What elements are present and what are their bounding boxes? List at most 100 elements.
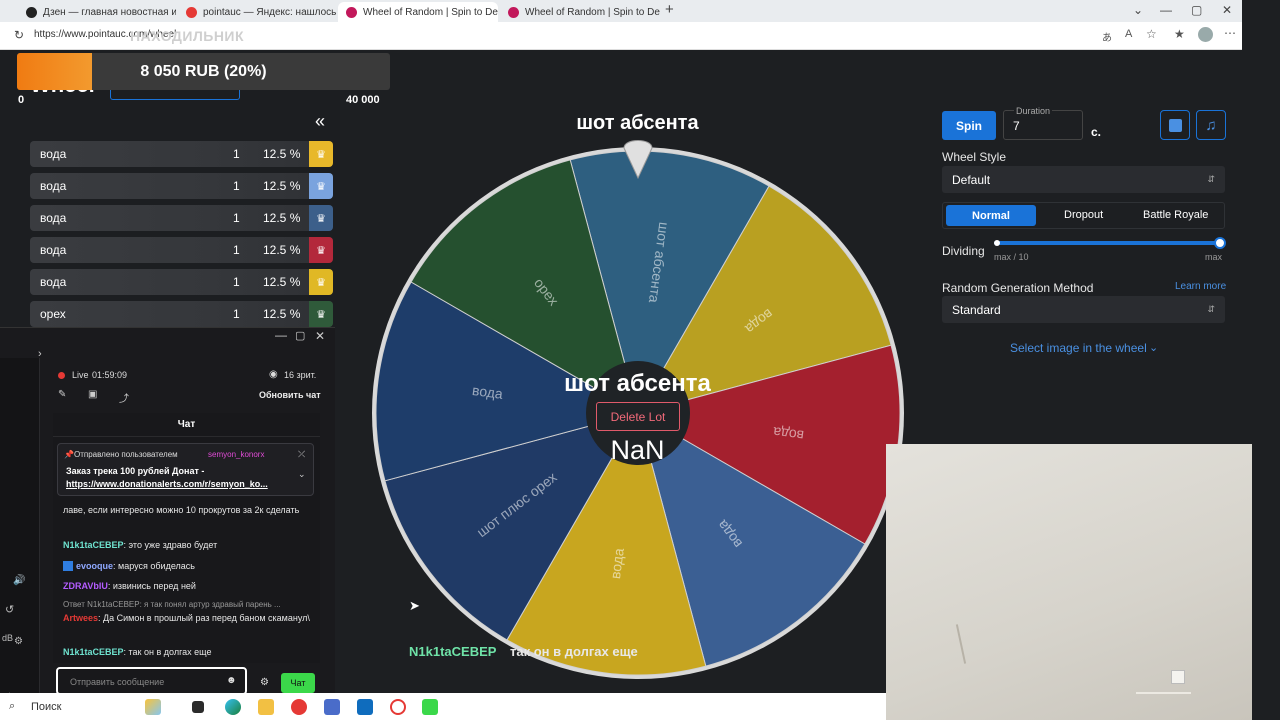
music-button[interactable]: ♫ xyxy=(1196,110,1226,140)
search-icon[interactable]: ⌕ xyxy=(9,700,15,713)
refresh-icon[interactable]: ↺ xyxy=(5,603,14,616)
learn-more-link[interactable]: Learn more xyxy=(1175,281,1226,292)
delete-lot-button[interactable]: Delete Lot xyxy=(596,402,680,431)
wheel-favicon-icon xyxy=(508,6,519,18)
favorites-icon[interactable]: ★ xyxy=(1174,27,1185,41)
yandex-browser-icon[interactable] xyxy=(291,699,307,715)
wheel-style-select[interactable]: Default ⇵ xyxy=(942,166,1225,193)
spin-button[interactable]: Spin xyxy=(942,111,996,140)
overlay-chat-nick: N1k1taCEBEP xyxy=(409,644,497,659)
calendar-app-icon[interactable] xyxy=(324,699,340,715)
close-icon[interactable]: ✕ xyxy=(315,329,325,343)
lot-count: 1 xyxy=(233,179,240,193)
emoji-icon[interactable]: ☻ xyxy=(226,675,237,686)
translate-icon[interactable]: あ xyxy=(1102,29,1112,44)
chat-message: evooque: маруся обиделась xyxy=(63,560,313,572)
widgets-icon[interactable] xyxy=(145,699,161,715)
new-tab-icon[interactable]: + xyxy=(665,1,674,18)
unpin-icon[interactable]: ⤫ xyxy=(298,449,305,460)
send-chat-button[interactable]: Чат xyxy=(281,673,315,693)
dividing-slider[interactable] xyxy=(994,237,1226,249)
yandex-favicon-icon xyxy=(186,6,197,18)
maximize-icon[interactable]: ▢ xyxy=(1191,3,1202,17)
read-aloud-icon[interactable]: A xyxy=(1125,28,1132,40)
lot-row[interactable]: вода 1 12.5 % ♛ xyxy=(30,237,333,263)
settings-gear-icon[interactable]: ⚙ xyxy=(14,636,23,647)
browser-tab-active[interactable]: Wheel of Random | Spin to Decid ✕ xyxy=(338,2,498,22)
chat-app-icon[interactable] xyxy=(422,699,438,715)
viewer-count: 16 зрит. xyxy=(284,370,317,380)
wheel-style-label: Wheel Style xyxy=(942,150,1007,164)
mode-battle-royale[interactable]: Battle Royale xyxy=(1143,209,1208,221)
progress-text: 8 050 RUB (20%) xyxy=(140,63,267,80)
pinned-link[interactable]: https://www.donationalerts.com/r/semyon_… xyxy=(66,479,268,489)
select-image-link[interactable]: Select image in the wheel xyxy=(1010,341,1147,355)
rng-value: Standard xyxy=(952,302,1001,317)
lot-percent: 12.5 % xyxy=(263,243,301,257)
mode-normal[interactable]: Normal xyxy=(946,205,1036,226)
outlook-icon[interactable] xyxy=(357,699,373,715)
cable xyxy=(1136,692,1191,694)
minimize-icon[interactable]: — xyxy=(1160,3,1172,17)
wheel-center-title: шот абсента xyxy=(564,370,711,397)
lot-row[interactable]: вода 1 12.5 % ♛ xyxy=(30,141,333,167)
close-window-icon[interactable]: ✕ xyxy=(1222,3,1232,17)
lot-percent: 12.5 % xyxy=(263,275,301,289)
chat-input[interactable]: Отправить сообщение ☻ xyxy=(56,667,247,695)
favorite-star-icon[interactable]: ☆ xyxy=(1146,27,1157,41)
rng-select[interactable]: Standard ⇵ xyxy=(942,296,1225,323)
settings-gear-icon[interactable]: ⚙ xyxy=(260,677,269,688)
browser-tab[interactable]: Дзен — главная новостная инф ✕ xyxy=(18,2,176,22)
avatar[interactable] xyxy=(1198,27,1213,42)
edge-browser-icon[interactable] xyxy=(225,699,241,715)
db-label: dB xyxy=(2,633,14,643)
dividing-max: max xyxy=(1205,252,1223,262)
tab-label: Дзен — главная новостная инф xyxy=(43,6,176,18)
pin-icon: 📌 xyxy=(64,450,74,459)
browser-tab[interactable]: Wheel of Random | Spin to Decid ✕ xyxy=(500,2,660,22)
live-label: Live xyxy=(72,370,89,380)
tab-label: Wheel of Random | Spin to Decid xyxy=(363,6,498,18)
chevron-down-icon[interactable]: ⌄ xyxy=(298,469,306,480)
task-view-icon[interactable] xyxy=(192,701,204,713)
file-explorer-icon[interactable] xyxy=(258,699,274,715)
lot-row[interactable]: вода 1 12.5 % ♛ xyxy=(30,205,333,231)
volume-icon[interactable]: 🔊 xyxy=(13,575,25,586)
clip-icon[interactable]: ▣ xyxy=(88,389,97,400)
browser-tab[interactable]: pointauc — Яндекс: нашлось 3 т ✕ xyxy=(178,2,336,22)
lot-color-icon[interactable]: ♛ xyxy=(309,141,333,167)
random-dice-button[interactable] xyxy=(1160,110,1190,140)
lot-row[interactable]: вода 1 12.5 % ♛ xyxy=(30,269,333,295)
lot-color-icon[interactable]: ♛ xyxy=(309,205,333,231)
lot-count: 1 xyxy=(233,275,240,289)
taskbar-search[interactable]: Поиск xyxy=(31,701,61,713)
slider-handle[interactable] xyxy=(1214,237,1226,249)
chat-message: N1k1taCEBEP: так он в долгах еще xyxy=(63,647,212,657)
lot-color-icon[interactable]: ♛ xyxy=(309,269,333,295)
minimize-icon[interactable]: — xyxy=(275,328,287,342)
maximize-icon[interactable]: ▢ xyxy=(295,329,305,342)
lot-name: вода xyxy=(40,179,67,193)
refresh-chat-button[interactable]: Обновить чат xyxy=(259,390,321,400)
browser-tab-bar: Дзен — главная новостная инф ✕ pointauc … xyxy=(0,0,1242,22)
lot-row[interactable]: орех 1 12.5 % ♛ xyxy=(30,301,333,327)
more-menu-icon[interactable]: ⋯ xyxy=(1224,26,1236,40)
chat-message: ZDRAVbIU: извинись перед ней xyxy=(63,581,196,591)
lot-color-icon[interactable]: ♛ xyxy=(309,173,333,199)
webcam-feed xyxy=(886,444,1252,720)
lot-percent: 12.5 % xyxy=(263,179,301,193)
lot-color-icon[interactable]: ♛ xyxy=(309,301,333,327)
edit-icon[interactable]: ✎ xyxy=(58,389,66,400)
share-icon[interactable]: ⤴ xyxy=(119,390,129,405)
progress-min: 0 xyxy=(18,94,25,106)
duration-field[interactable]: Duration 7 xyxy=(1003,106,1083,140)
reload-icon[interactable]: ↻ xyxy=(14,28,24,42)
taskbar: ⌕ Поиск xyxy=(0,693,886,720)
lot-row[interactable]: вода 1 12.5 % ♛ xyxy=(30,173,333,199)
chat-message: N1k1taCEBEP: это уже здраво будет xyxy=(63,540,218,550)
tab-list-icon[interactable]: ⌄ xyxy=(1133,3,1143,17)
mode-dropout[interactable]: Dropout xyxy=(1064,209,1103,221)
collapse-icon[interactable]: « xyxy=(315,111,325,132)
lot-color-icon[interactable]: ♛ xyxy=(309,237,333,263)
yandex-icon[interactable] xyxy=(390,699,406,715)
